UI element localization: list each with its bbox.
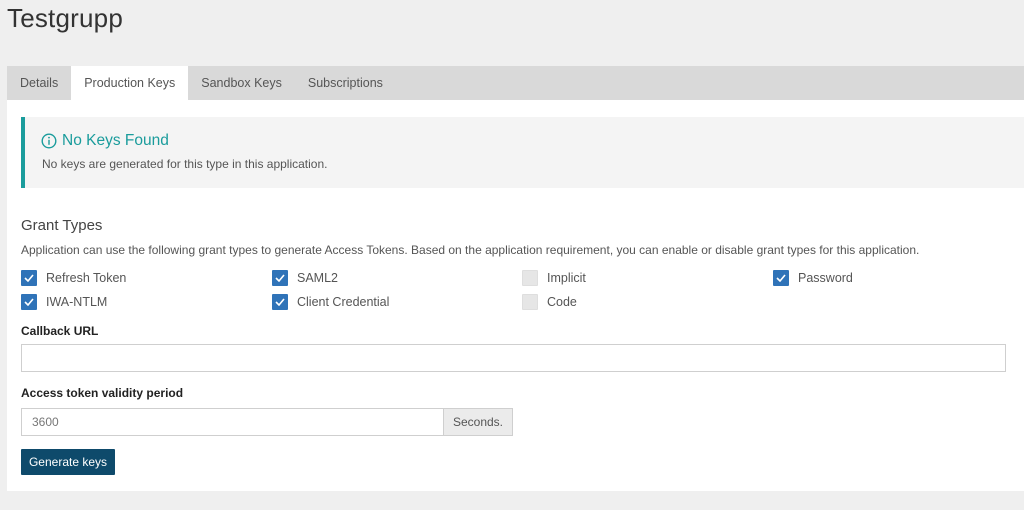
grant-label: IWA-NTLM	[46, 295, 108, 309]
checkbox-checked-icon[interactable]	[21, 270, 37, 286]
checkbox-checked-icon[interactable]	[272, 270, 288, 286]
grant-client-credential[interactable]: Client Credential	[272, 294, 389, 310]
tab-details[interactable]: Details	[7, 66, 71, 100]
page-title: Testgrupp	[7, 3, 123, 33]
grant-implicit[interactable]: Implicit	[522, 270, 586, 286]
no-keys-alert: No Keys Found No keys are generated for …	[21, 117, 1024, 188]
grant-label: SAML2	[297, 271, 338, 285]
grant-types-description: Application can use the following grant …	[21, 243, 920, 257]
validity-period-input[interactable]	[21, 408, 444, 436]
info-circle-icon	[41, 133, 57, 149]
checkbox-checked-icon[interactable]	[272, 294, 288, 310]
callback-url-input[interactable]	[21, 344, 1006, 372]
tab-subscriptions[interactable]: Subscriptions	[295, 66, 396, 100]
grant-code[interactable]: Code	[522, 294, 577, 310]
grant-iwa-ntlm[interactable]: IWA-NTLM	[21, 294, 107, 310]
grant-password[interactable]: Password	[773, 270, 853, 286]
grant-refresh-token[interactable]: Refresh Token	[21, 270, 126, 286]
alert-title-row: No Keys Found	[41, 132, 169, 150]
validity-period-label: Access token validity period	[21, 386, 184, 400]
grant-saml2[interactable]: SAML2	[272, 270, 338, 286]
checkbox-checked-icon[interactable]	[773, 270, 789, 286]
checkbox-checked-icon[interactable]	[21, 294, 37, 310]
checkbox-unchecked-icon[interactable]	[522, 270, 538, 286]
grant-label: Implicit	[547, 271, 586, 285]
alert-title: No Keys Found	[62, 132, 169, 149]
grant-label: Client Credential	[297, 295, 390, 309]
alert-message: No keys are generated for this type in t…	[42, 157, 328, 171]
tab-bar: Details Production Keys Sandbox Keys Sub…	[7, 66, 1024, 100]
grant-label: Code	[547, 295, 577, 309]
tab-sandbox-keys[interactable]: Sandbox Keys	[188, 66, 295, 100]
generate-keys-button[interactable]: Generate keys	[21, 449, 115, 475]
callback-url-label: Callback URL	[21, 324, 99, 338]
grant-label: Password	[798, 271, 853, 285]
production-keys-panel: No Keys Found No keys are generated for …	[7, 100, 1024, 491]
grant-label: Refresh Token	[46, 271, 127, 285]
checkbox-unchecked-icon[interactable]	[522, 294, 538, 310]
validity-unit-addon: Seconds.	[443, 408, 513, 436]
tab-production-keys[interactable]: Production Keys	[71, 66, 189, 100]
grant-types-title: Grant Types	[21, 217, 103, 234]
